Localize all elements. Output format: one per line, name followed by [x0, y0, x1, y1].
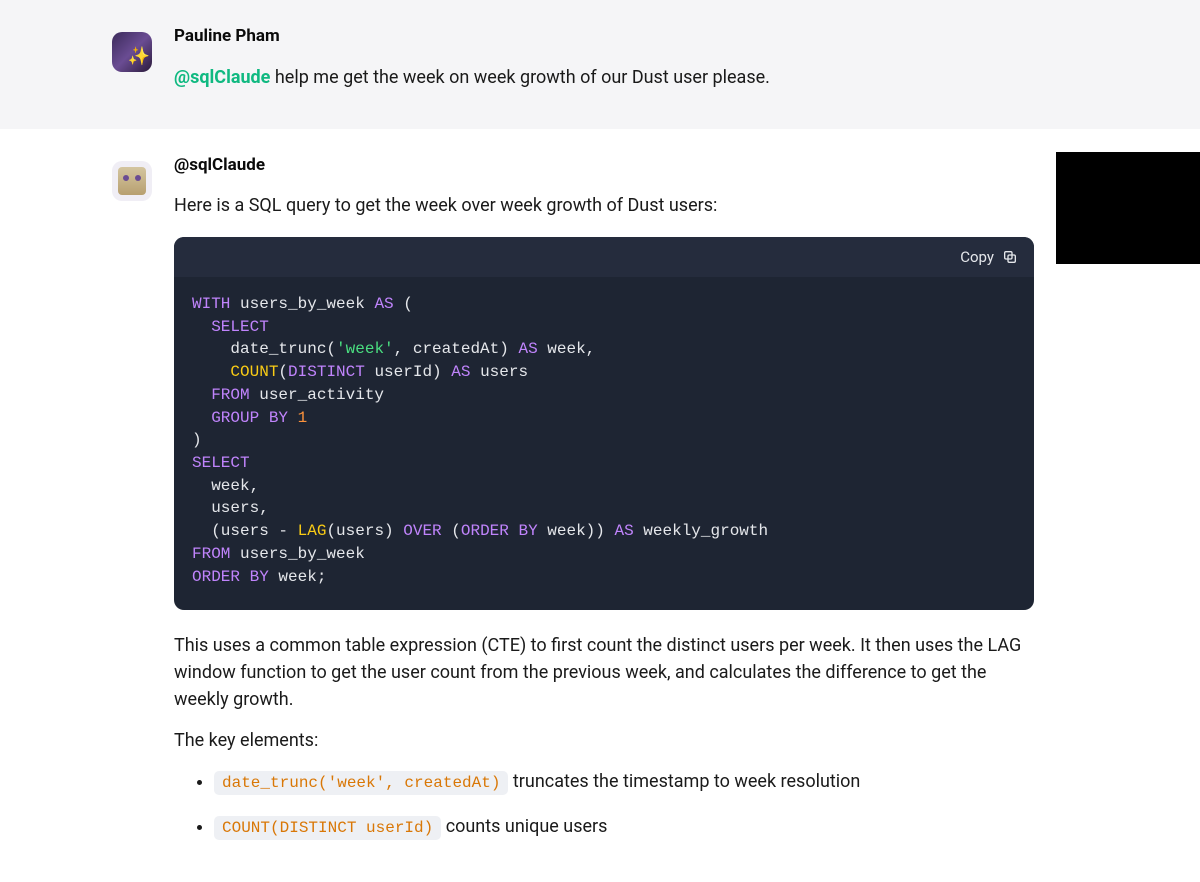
user-author: Pauline Pham — [174, 24, 1034, 50]
user-text: @sqlClaude help me get the week on week … — [174, 64, 1034, 91]
assistant-intro: Here is a SQL query to get the week over… — [174, 192, 1034, 219]
key-elements-list: date_trunc('week', createdAt) truncates … — [174, 768, 1034, 840]
overlay-box — [1056, 152, 1200, 264]
bot-icon — [118, 167, 146, 195]
bullet-text: counts unique users — [441, 816, 607, 837]
mention[interactable]: @sqlClaude — [174, 67, 270, 88]
assistant-avatar — [112, 161, 152, 201]
copy-button[interactable]: Copy — [960, 248, 1018, 266]
list-item: date_trunc('week', createdAt) truncates … — [214, 768, 1034, 795]
list-item: COUNT(DISTINCT userId) counts unique use… — [214, 813, 1034, 840]
assistant-message-body: @sqlClaude Here is a SQL query to get th… — [174, 153, 1034, 841]
inline-code: COUNT(DISTINCT userId) — [214, 816, 441, 840]
inline-code: date_trunc('week', createdAt) — [214, 771, 508, 795]
bullet-text: truncates the timestamp to week resoluti… — [508, 771, 860, 792]
assistant-author: @sqlClaude — [174, 153, 1034, 179]
code-block: Copy WITH users_by_week AS ( SELECT date… — [174, 237, 1034, 610]
key-elements-label: The key elements: — [174, 727, 1034, 754]
assistant-message: @sqlClaude Here is a SQL query to get th… — [0, 129, 1200, 882]
user-message: Pauline Pham @sqlClaude help me get the … — [0, 0, 1200, 129]
user-avatar — [112, 32, 152, 72]
code-header: Copy — [174, 237, 1034, 277]
copy-label: Copy — [960, 248, 994, 266]
explanation: This uses a common table expression (CTE… — [174, 632, 1034, 713]
copy-icon — [1002, 249, 1018, 265]
user-text-content: help me get the week on week growth of o… — [270, 67, 770, 88]
code-content[interactable]: WITH users_by_week AS ( SELECT date_trun… — [174, 277, 1034, 610]
user-message-body: Pauline Pham @sqlClaude help me get the … — [174, 24, 1034, 91]
